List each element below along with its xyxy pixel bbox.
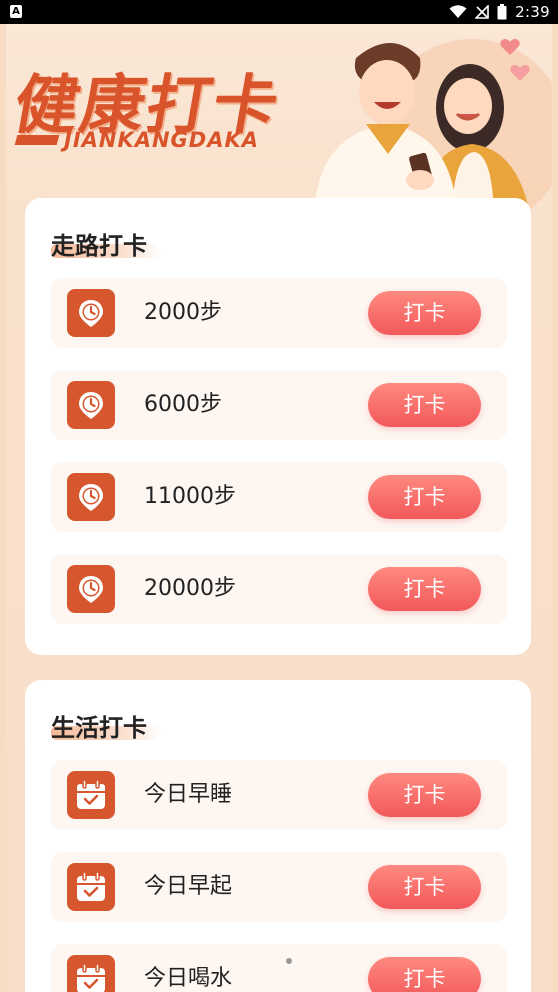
clock-pin-icon [67,289,115,337]
checkin-button[interactable]: 打卡 [368,291,481,335]
clock-pin-icon [67,473,115,521]
clock-pin-icon [67,381,115,429]
walk-item: 20000步 打卡 [51,554,507,624]
life-item-label: 今日早起 [144,874,233,899]
walk-item-label: 2000步 [144,300,222,325]
walk-section-title: 走路打卡 [51,232,147,260]
checkin-button[interactable]: 打卡 [368,773,481,817]
app-notification-icon: A [10,5,22,18]
walk-item-label: 6000步 [144,392,222,417]
scroll-indicator-dot [286,958,292,964]
life-checkin-card: 生活打卡 今日早睡 打卡 今日早起 打卡 今日喝水 打卡 [25,680,531,992]
clock-pin-icon [67,565,115,613]
battery-icon [497,4,507,20]
life-item-label: 今日早睡 [144,782,233,807]
walk-item: 6000步 打卡 [51,370,507,440]
life-item: 今日喝水 打卡 [51,944,507,992]
life-item: 今日早睡 打卡 [51,760,507,830]
app-page: 健康打卡 JIANKANGDAKA 走路打卡 2000步 打卡 6000步 打卡… [6,24,552,992]
walk-item: 2000步 打卡 [51,278,507,348]
calendar-check-icon [67,771,115,819]
wifi-icon [449,5,467,18]
no-signal-icon [475,5,489,19]
walk-item: 11000步 打卡 [51,462,507,532]
walk-item-label: 20000步 [144,576,236,601]
brand-accent-bar [14,135,60,145]
header-banner: 健康打卡 JIANKANGDAKA [6,24,552,214]
calendar-check-icon [67,955,115,992]
brand-subtitle: JIANKANGDAKA [64,128,260,152]
checkin-button[interactable]: 打卡 [368,865,481,909]
couple-illustration [314,39,552,214]
life-item: 今日早起 打卡 [51,852,507,922]
life-item-label: 今日喝水 [144,966,233,991]
walk-checkin-card: 走路打卡 2000步 打卡 6000步 打卡 11000步 打卡 20000步 … [25,198,531,655]
life-section-title: 生活打卡 [51,714,147,742]
checkin-button[interactable]: 打卡 [368,567,481,611]
walk-item-label: 11000步 [144,484,236,509]
status-bar: A 2:39 [0,0,558,24]
calendar-check-icon [67,863,115,911]
checkin-button[interactable]: 打卡 [368,383,481,427]
checkin-button[interactable]: 打卡 [368,475,481,519]
status-time: 2:39 [515,3,550,21]
checkin-button[interactable]: 打卡 [368,957,481,992]
